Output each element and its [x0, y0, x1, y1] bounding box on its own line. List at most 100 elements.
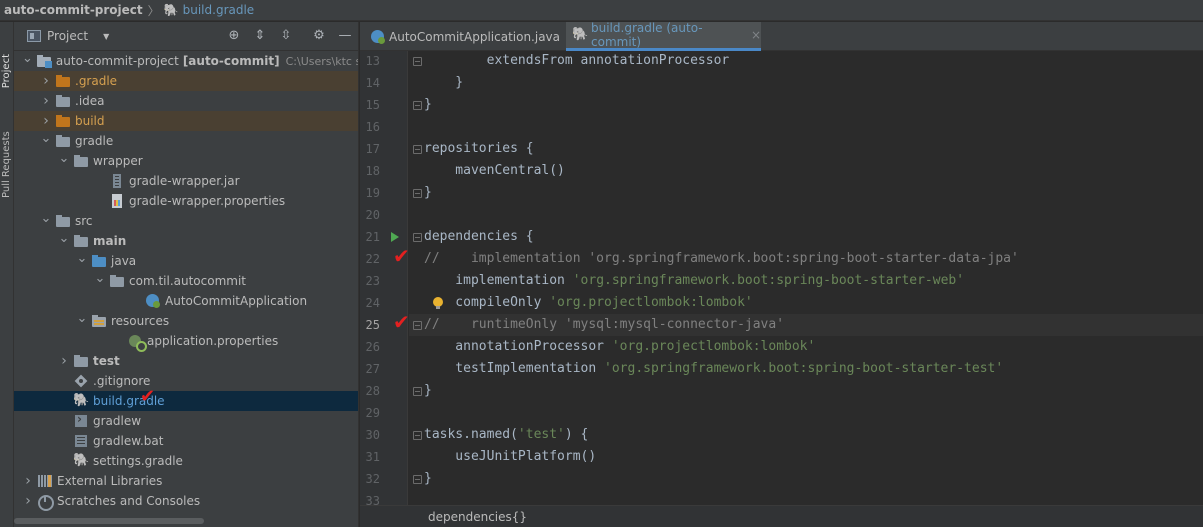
tree-item[interactable]: gradle-wrapper.properties: [14, 191, 358, 211]
tree-item-label: .idea: [75, 94, 105, 108]
code-line[interactable]: }: [409, 468, 1203, 490]
breadcrumb-file[interactable]: build.gradle: [183, 3, 255, 17]
tree-item[interactable]: ⌄ src: [14, 211, 358, 231]
chevron-right-icon[interactable]: ›: [58, 353, 70, 369]
code-line[interactable]: compileOnly 'org.projectlombok:lombok': [409, 292, 1203, 314]
locate-icon[interactable]: ⊕: [226, 28, 242, 44]
tree-item[interactable]: 🐘 build.gradle ✔: [14, 388, 358, 411]
chevron-down-icon[interactable]: ⌄: [58, 231, 70, 246]
line-number: 20: [365, 208, 380, 222]
tree-item[interactable]: AutoCommitApplication: [14, 291, 358, 311]
project-tool-window-button[interactable]: Project: [1, 54, 12, 88]
line-number: 13: [365, 54, 380, 68]
fold-marker-icon[interactable]: [413, 145, 422, 154]
tree-item[interactable]: ⌄ resources: [14, 311, 358, 331]
chevron-right-icon[interactable]: ›: [22, 473, 34, 489]
code-line[interactable]: dependencies {: [409, 226, 1203, 248]
code-text: useJUnitPlatform(): [424, 449, 597, 464]
code-line[interactable]: }: [409, 94, 1203, 116]
chevron-right-icon[interactable]: ›: [40, 113, 52, 129]
code-line[interactable]: annotationProcessor 'org.projectlombok:l…: [409, 336, 1203, 358]
chevron-down-icon[interactable]: ⌄: [76, 311, 88, 326]
code-line[interactable]: }: [409, 380, 1203, 402]
tree-item[interactable]: ⌄ java: [14, 251, 358, 271]
tree-item-label: External Libraries: [57, 474, 163, 488]
fold-marker-icon[interactable]: [413, 475, 422, 484]
close-icon[interactable]: ×: [751, 28, 761, 42]
tree-item-label: gradle-wrapper.jar: [129, 174, 240, 188]
chevron-right-icon[interactable]: ›: [22, 493, 34, 509]
chevron-down-icon[interactable]: ⌄: [94, 271, 106, 286]
code-text: }: [424, 75, 464, 90]
chevron-down-icon[interactable]: ⌄: [76, 251, 88, 266]
code-area[interactable]: extendsFrom annotationProcessor }} reposi…: [409, 51, 1203, 513]
tree-item[interactable]: › External Libraries: [14, 471, 358, 491]
lightbulb-icon[interactable]: [433, 297, 443, 309]
tree-item[interactable]: › test: [14, 351, 358, 371]
code-line[interactable]: useJUnitPlatform(): [409, 446, 1203, 468]
chevron-down-icon[interactable]: ▼: [103, 32, 109, 41]
fold-marker-icon[interactable]: [413, 321, 422, 330]
tree-item[interactable]: gradlew: [14, 411, 358, 431]
tree-item[interactable]: 🐘 settings.gradle: [14, 451, 358, 471]
code-text: extendsFrom annotationProcessor: [424, 53, 730, 68]
tree-item-label: wrapper: [93, 154, 143, 168]
project-view-selector[interactable]: Project: [47, 29, 88, 43]
chevron-down-icon[interactable]: ⌄: [40, 131, 52, 146]
gear-icon[interactable]: ⚙: [311, 28, 327, 44]
fold-marker-icon[interactable]: [413, 233, 422, 242]
code-line[interactable]: implementation 'org.springframework.boot…: [409, 270, 1203, 292]
code-line[interactable]: // implementation 'org.springframework.b…: [409, 248, 1203, 270]
tree-item[interactable]: gradlew.bat: [14, 431, 358, 451]
collapse-all-icon[interactable]: ⇳: [278, 28, 294, 44]
tree-item[interactable]: ⌄ wrapper: [14, 151, 358, 171]
module-badge-icon: [44, 61, 52, 68]
tree-item[interactable]: ⌄ auto-commit-project [auto-commit] C:\User…: [14, 51, 358, 71]
fold-marker-icon[interactable]: [413, 189, 422, 198]
chevron-down-icon[interactable]: ⌄: [58, 151, 70, 166]
tab-build-gradle[interactable]: 🐘 build.gradle (auto-commit) ×: [566, 21, 761, 51]
code-line[interactable]: }: [409, 72, 1203, 94]
code-line[interactable]: [409, 116, 1203, 138]
tree-item[interactable]: gradle-wrapper.jar: [14, 171, 358, 191]
chevron-down-icon[interactable]: ⌄: [40, 211, 52, 226]
properties-icon: [109, 194, 125, 208]
structure-crumb[interactable]: dependencies{}: [428, 510, 527, 524]
tree-item[interactable]: .gitignore: [14, 371, 358, 391]
tree-item[interactable]: ⌄ main: [14, 231, 358, 251]
tree-item[interactable]: ⌄ gradle: [14, 131, 358, 151]
tree-item[interactable]: application.properties: [14, 331, 358, 352]
expand-all-icon[interactable]: ⇕: [252, 28, 268, 44]
pull-requests-tool-window-button[interactable]: Pull Requests: [1, 128, 12, 198]
tree-item[interactable]: › .idea: [14, 91, 358, 111]
hide-icon[interactable]: —: [337, 28, 353, 44]
run-icon[interactable]: [391, 232, 399, 242]
project-tree: ⌄ auto-commit-project [auto-commit] C:\User…: [14, 51, 358, 511]
code-line[interactable]: [409, 204, 1203, 226]
chevron-right-icon[interactable]: ›: [40, 93, 52, 109]
code-line[interactable]: repositories {: [409, 138, 1203, 160]
code-line[interactable]: }: [409, 182, 1203, 204]
tab-autocommitapplication[interactable]: AutoCommitApplication.java: [370, 22, 568, 51]
breadcrumb-project[interactable]: auto-commit-project: [4, 3, 143, 17]
fold-marker-icon[interactable]: [413, 387, 422, 396]
tree-item[interactable]: › build: [14, 111, 358, 131]
libraries-icon: [37, 474, 53, 488]
tree-item[interactable]: › .gradle: [14, 71, 358, 91]
chevron-right-icon[interactable]: ›: [40, 73, 52, 89]
code-line[interactable]: tasks.named('test') {: [409, 424, 1203, 446]
tree-item[interactable]: ⌄ com.til.autocommit: [14, 271, 358, 291]
code-line[interactable]: mavenCentral(): [409, 160, 1203, 182]
code-line[interactable]: // runtimeOnly 'mysql:mysql-connector-ja…: [409, 314, 1203, 336]
fold-marker-icon[interactable]: [413, 57, 422, 66]
chevron-down-icon[interactable]: ⌄: [22, 51, 33, 66]
tree-item[interactable]: › Scratches and Consoles: [14, 491, 358, 511]
fold-marker-icon[interactable]: [413, 431, 422, 440]
fold-marker-icon[interactable]: [413, 101, 422, 110]
comment-text: // implementation 'org.springframework.b…: [424, 251, 1019, 266]
gradle-elephant-icon: 🐘: [572, 27, 589, 42]
code-line[interactable]: extendsFrom annotationProcessor: [409, 50, 1203, 72]
code-line[interactable]: [409, 402, 1203, 424]
project-horizontal-scrollbar[interactable]: [14, 518, 204, 524]
code-line[interactable]: testImplementation 'org.springframework.…: [409, 358, 1203, 380]
